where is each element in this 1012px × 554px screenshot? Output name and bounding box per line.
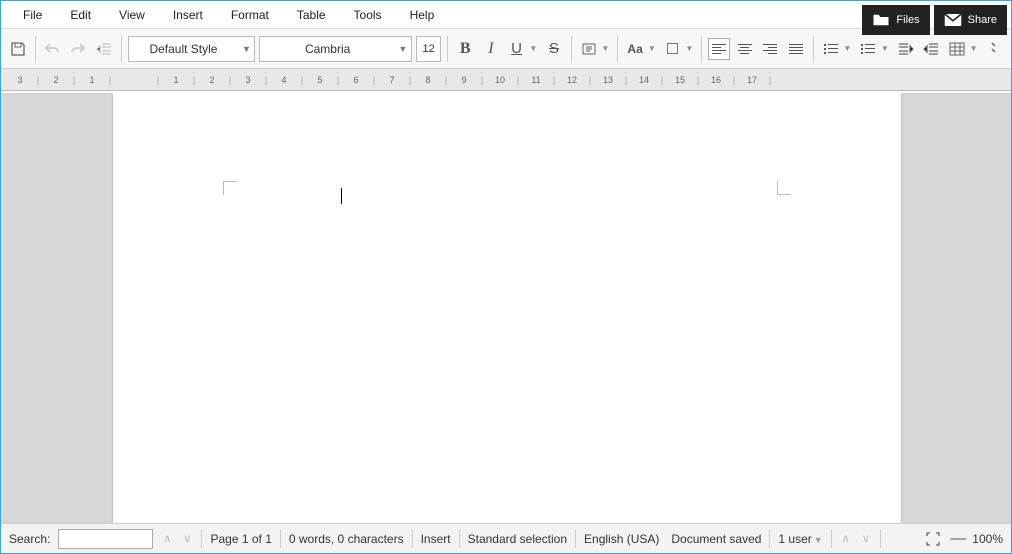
separator bbox=[575, 530, 576, 548]
table-insert-button[interactable] bbox=[946, 38, 968, 60]
bold-button[interactable]: B bbox=[454, 38, 476, 60]
highlight-dropdown-icon[interactable]: ▼ bbox=[685, 44, 695, 53]
search-prev-icon[interactable]: ∧ bbox=[161, 532, 173, 545]
separator bbox=[769, 530, 770, 548]
files-label: Files bbox=[896, 14, 919, 26]
style-value: Default Style bbox=[129, 42, 239, 56]
formatting-toolbar: Default Style ▼ Cambria ▼ 12 B I U ▼ S ▼… bbox=[1, 29, 1011, 69]
bullet-list-button[interactable] bbox=[820, 38, 842, 60]
page[interactable] bbox=[113, 93, 901, 523]
separator bbox=[412, 530, 413, 548]
separator bbox=[35, 36, 36, 62]
number-dropdown-icon[interactable]: ▼ bbox=[881, 44, 891, 53]
separator bbox=[201, 530, 202, 548]
italic-button[interactable]: I bbox=[480, 38, 502, 60]
separator bbox=[617, 36, 618, 62]
search-label: Search: bbox=[9, 532, 50, 546]
menu-bar: File Edit View Insert Format Table Tools… bbox=[1, 1, 1011, 29]
font-value: Cambria bbox=[260, 42, 394, 56]
share-label: Share bbox=[968, 14, 997, 26]
share-button[interactable]: Share bbox=[934, 5, 1007, 35]
separator bbox=[880, 530, 881, 548]
search-input[interactable] bbox=[58, 529, 153, 549]
outdent-icon[interactable] bbox=[93, 38, 115, 60]
menu-edit[interactable]: Edit bbox=[56, 2, 105, 28]
menu-table[interactable]: Table bbox=[283, 2, 340, 28]
word-count[interactable]: 0 words, 0 characters bbox=[289, 532, 404, 546]
menu-file[interactable]: File bbox=[9, 2, 56, 28]
folder-icon bbox=[872, 13, 890, 27]
status-bar: Search: ∧ ∨ Page 1 of 1 0 words, 0 chara… bbox=[1, 523, 1011, 553]
menu-insert[interactable]: Insert bbox=[159, 2, 217, 28]
insert-mode[interactable]: Insert bbox=[421, 532, 451, 546]
separator bbox=[447, 36, 448, 62]
decrease-indent-button[interactable] bbox=[920, 38, 942, 60]
underline-dropdown-icon[interactable]: ▼ bbox=[529, 44, 539, 53]
align-justify-button[interactable] bbox=[785, 38, 807, 60]
redo-icon[interactable] bbox=[67, 38, 89, 60]
separator bbox=[571, 36, 572, 62]
mail-icon bbox=[944, 13, 962, 27]
selection-mode[interactable]: Standard selection bbox=[468, 532, 567, 546]
menu-tools[interactable]: Tools bbox=[340, 2, 396, 28]
page-status[interactable]: Page 1 of 1 bbox=[210, 532, 271, 546]
number-list-button[interactable] bbox=[857, 38, 879, 60]
separator bbox=[813, 36, 814, 62]
save-status: Document saved bbox=[671, 532, 761, 546]
page-down-icon[interactable]: ∨ bbox=[860, 532, 872, 545]
font-size-field[interactable]: 12 bbox=[416, 36, 442, 62]
bullet-dropdown-icon[interactable]: ▼ bbox=[843, 44, 853, 53]
separator bbox=[831, 530, 832, 548]
font-color-button[interactable]: Aa bbox=[624, 38, 646, 60]
menu-help[interactable]: Help bbox=[396, 2, 449, 28]
top-right-buttons: Files Share bbox=[862, 5, 1007, 35]
align-right-button[interactable] bbox=[760, 38, 782, 60]
align-center-button[interactable] bbox=[734, 38, 756, 60]
separator bbox=[280, 530, 281, 548]
menu-view[interactable]: View bbox=[105, 2, 159, 28]
users-status[interactable]: 1 user▼ bbox=[778, 532, 822, 546]
chevron-down-icon: ▼ bbox=[395, 44, 411, 54]
horizontal-ruler[interactable]: 3| 2| 1| | 1| 2| 3| 4| 5| 6| 7| 8| 9| 10… bbox=[1, 69, 1011, 91]
separator bbox=[459, 530, 460, 548]
align-left-button[interactable] bbox=[708, 38, 730, 60]
undo-icon[interactable] bbox=[42, 38, 64, 60]
highlight-button[interactable] bbox=[662, 38, 684, 60]
zoom-value[interactable]: 100% bbox=[972, 532, 1003, 546]
chevron-down-icon: ▼ bbox=[238, 44, 254, 54]
font-size-value: 12 bbox=[423, 43, 435, 55]
text-cursor bbox=[341, 188, 342, 204]
margin-corner-icon bbox=[777, 181, 791, 195]
strikethrough-button[interactable]: S bbox=[543, 38, 565, 60]
table-dropdown-icon[interactable]: ▼ bbox=[970, 44, 980, 53]
more-button[interactable] bbox=[983, 38, 1005, 60]
paragraph-style-combo[interactable]: Default Style ▼ bbox=[128, 36, 256, 62]
underline-button[interactable]: U bbox=[506, 38, 528, 60]
search-next-icon[interactable]: ∨ bbox=[181, 532, 193, 545]
menu-format[interactable]: Format bbox=[217, 2, 283, 28]
zoom-out-button[interactable]: — bbox=[950, 530, 966, 548]
separator bbox=[121, 36, 122, 62]
page-up-icon[interactable]: ∧ bbox=[840, 532, 852, 545]
save-icon[interactable] bbox=[7, 38, 29, 60]
font-color-dropdown-icon[interactable]: ▼ bbox=[648, 44, 658, 53]
increase-indent-button[interactable] bbox=[895, 38, 917, 60]
clear-formatting-icon[interactable] bbox=[578, 38, 600, 60]
files-button[interactable]: Files bbox=[862, 5, 929, 35]
font-name-combo[interactable]: Cambria ▼ bbox=[259, 36, 411, 62]
zoom-fit-icon[interactable] bbox=[922, 528, 944, 550]
margin-corner-icon bbox=[223, 181, 237, 195]
separator bbox=[701, 36, 702, 62]
document-canvas[interactable] bbox=[1, 93, 1011, 523]
clear-dropdown-icon[interactable]: ▼ bbox=[601, 44, 611, 53]
language-status[interactable]: English (USA) bbox=[584, 532, 659, 546]
